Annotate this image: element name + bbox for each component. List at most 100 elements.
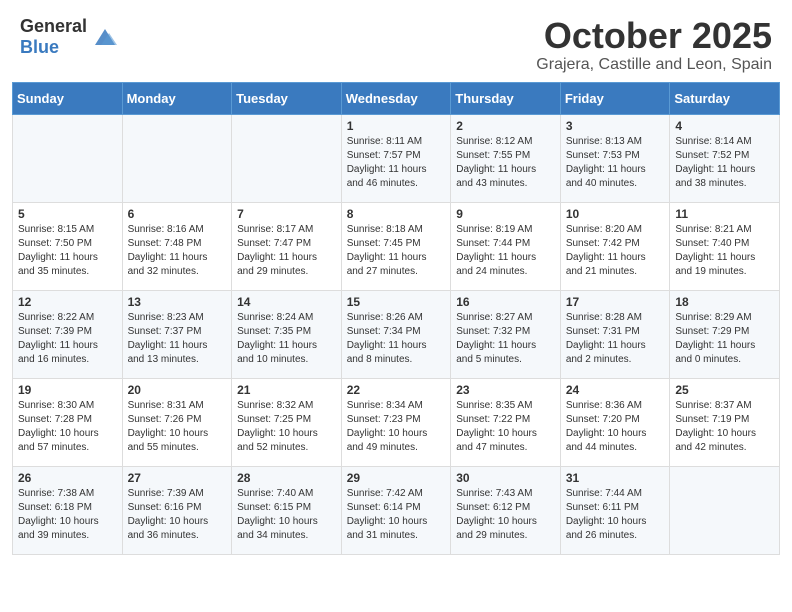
day-info-line: Daylight: 10 hours and 55 minutes. (128, 427, 227, 455)
day-info-line: Daylight: 11 hours and 2 minutes. (566, 339, 665, 367)
day-number: 5 (18, 207, 117, 221)
day-info-line: Sunrise: 8:22 AM (18, 311, 117, 325)
calendar-cell: 29Sunrise: 7:42 AMSunset: 6:14 PMDayligh… (341, 466, 451, 554)
title-block: October 2025 Grajera, Castille and Leon,… (536, 16, 772, 74)
day-info-line: Daylight: 10 hours and 31 minutes. (347, 515, 446, 543)
day-number: 14 (237, 295, 336, 309)
day-info-line: Sunset: 7:40 PM (675, 237, 774, 251)
day-info-line: Sunset: 7:39 PM (18, 325, 117, 339)
day-info-line: Sunrise: 8:30 AM (18, 399, 117, 413)
day-number: 2 (456, 119, 555, 133)
day-number: 22 (347, 383, 446, 397)
calendar-cell: 28Sunrise: 7:40 AMSunset: 6:15 PMDayligh… (232, 466, 342, 554)
calendar-cell: 27Sunrise: 7:39 AMSunset: 6:16 PMDayligh… (122, 466, 232, 554)
calendar-cell (232, 114, 342, 202)
day-info-line: Daylight: 11 hours and 40 minutes. (566, 163, 665, 191)
calendar-week-row: 19Sunrise: 8:30 AMSunset: 7:28 PMDayligh… (13, 378, 780, 466)
day-number: 4 (675, 119, 774, 133)
day-number: 13 (128, 295, 227, 309)
day-number: 29 (347, 471, 446, 485)
month-title: October 2025 (536, 16, 772, 56)
day-info-line: Daylight: 10 hours and 57 minutes. (18, 427, 117, 455)
day-of-week-header: Wednesday (341, 82, 451, 114)
day-info-line: Sunset: 7:22 PM (456, 413, 555, 427)
day-number: 16 (456, 295, 555, 309)
day-info-line: Sunrise: 7:39 AM (128, 487, 227, 501)
day-info-line: Sunrise: 8:35 AM (456, 399, 555, 413)
day-info-line: Sunrise: 8:31 AM (128, 399, 227, 413)
day-info-line: Sunset: 7:34 PM (347, 325, 446, 339)
day-info-line: Daylight: 11 hours and 0 minutes. (675, 339, 774, 367)
calendar-cell: 6Sunrise: 8:16 AMSunset: 7:48 PMDaylight… (122, 202, 232, 290)
calendar-cell: 2Sunrise: 8:12 AMSunset: 7:55 PMDaylight… (451, 114, 561, 202)
calendar-week-row: 26Sunrise: 7:38 AMSunset: 6:18 PMDayligh… (13, 466, 780, 554)
calendar-cell (670, 466, 780, 554)
day-info-line: Daylight: 11 hours and 19 minutes. (675, 251, 774, 279)
day-info-line: Sunset: 7:29 PM (675, 325, 774, 339)
day-number: 10 (566, 207, 665, 221)
day-number: 31 (566, 471, 665, 485)
calendar-week-row: 5Sunrise: 8:15 AMSunset: 7:50 PMDaylight… (13, 202, 780, 290)
day-info-line: Sunrise: 8:24 AM (237, 311, 336, 325)
day-info-line: Sunrise: 8:16 AM (128, 223, 227, 237)
day-number: 30 (456, 471, 555, 485)
calendar-cell: 21Sunrise: 8:32 AMSunset: 7:25 PMDayligh… (232, 378, 342, 466)
calendar-cell: 5Sunrise: 8:15 AMSunset: 7:50 PMDaylight… (13, 202, 123, 290)
day-of-week-header: Saturday (670, 82, 780, 114)
day-info-line: Daylight: 11 hours and 38 minutes. (675, 163, 774, 191)
day-number: 11 (675, 207, 774, 221)
day-info-line: Sunrise: 8:21 AM (675, 223, 774, 237)
day-info-line: Sunset: 7:32 PM (456, 325, 555, 339)
day-info-line: Sunset: 7:31 PM (566, 325, 665, 339)
day-info-line: Sunset: 7:44 PM (456, 237, 555, 251)
day-info-line: Sunrise: 8:20 AM (566, 223, 665, 237)
location-title: Grajera, Castille and Leon, Spain (536, 56, 772, 74)
day-info-line: Daylight: 11 hours and 32 minutes. (128, 251, 227, 279)
day-info-line: Sunset: 6:15 PM (237, 501, 336, 515)
day-info-line: Sunset: 7:42 PM (566, 237, 665, 251)
calendar-cell: 26Sunrise: 7:38 AMSunset: 6:18 PMDayligh… (13, 466, 123, 554)
calendar-body: 1Sunrise: 8:11 AMSunset: 7:57 PMDaylight… (13, 114, 780, 554)
day-of-week-header: Friday (560, 82, 670, 114)
day-info-line: Sunrise: 8:37 AM (675, 399, 774, 413)
calendar-cell: 7Sunrise: 8:17 AMSunset: 7:47 PMDaylight… (232, 202, 342, 290)
day-info-line: Daylight: 10 hours and 52 minutes. (237, 427, 336, 455)
logo-blue: Blue (20, 37, 59, 57)
calendar-cell: 25Sunrise: 8:37 AMSunset: 7:19 PMDayligh… (670, 378, 780, 466)
logo-icon (91, 23, 119, 51)
day-number: 23 (456, 383, 555, 397)
day-info-line: Sunset: 6:18 PM (18, 501, 117, 515)
calendar-cell: 15Sunrise: 8:26 AMSunset: 7:34 PMDayligh… (341, 290, 451, 378)
calendar-cell: 22Sunrise: 8:34 AMSunset: 7:23 PMDayligh… (341, 378, 451, 466)
day-number: 28 (237, 471, 336, 485)
day-info-line: Daylight: 10 hours and 39 minutes. (18, 515, 117, 543)
day-info-line: Sunset: 7:23 PM (347, 413, 446, 427)
calendar-cell: 17Sunrise: 8:28 AMSunset: 7:31 PMDayligh… (560, 290, 670, 378)
day-info-line: Sunset: 7:26 PM (128, 413, 227, 427)
day-info-line: Daylight: 11 hours and 5 minutes. (456, 339, 555, 367)
day-info-line: Sunset: 6:14 PM (347, 501, 446, 515)
day-info-line: Daylight: 10 hours and 34 minutes. (237, 515, 336, 543)
calendar-cell: 12Sunrise: 8:22 AMSunset: 7:39 PMDayligh… (13, 290, 123, 378)
day-info-line: Sunset: 7:20 PM (566, 413, 665, 427)
day-info-line: Daylight: 11 hours and 43 minutes. (456, 163, 555, 191)
calendar-cell: 4Sunrise: 8:14 AMSunset: 7:52 PMDaylight… (670, 114, 780, 202)
day-info-line: Sunrise: 8:28 AM (566, 311, 665, 325)
day-info-line: Daylight: 11 hours and 35 minutes. (18, 251, 117, 279)
calendar-cell: 1Sunrise: 8:11 AMSunset: 7:57 PMDaylight… (341, 114, 451, 202)
calendar-cell: 16Sunrise: 8:27 AMSunset: 7:32 PMDayligh… (451, 290, 561, 378)
day-info-line: Sunset: 7:25 PM (237, 413, 336, 427)
day-info-line: Sunrise: 8:34 AM (347, 399, 446, 413)
day-info-line: Sunset: 6:11 PM (566, 501, 665, 515)
calendar-cell: 9Sunrise: 8:19 AMSunset: 7:44 PMDaylight… (451, 202, 561, 290)
day-of-week-header: Sunday (13, 82, 123, 114)
calendar-wrapper: SundayMondayTuesdayWednesdayThursdayFrid… (0, 82, 792, 567)
day-of-week-header: Monday (122, 82, 232, 114)
day-info-line: Daylight: 10 hours and 29 minutes. (456, 515, 555, 543)
day-info-line: Sunset: 7:35 PM (237, 325, 336, 339)
calendar-cell: 10Sunrise: 8:20 AMSunset: 7:42 PMDayligh… (560, 202, 670, 290)
day-info-line: Daylight: 11 hours and 13 minutes. (128, 339, 227, 367)
page-header: General Blue October 2025 Grajera, Casti… (0, 0, 792, 82)
calendar-header: SundayMondayTuesdayWednesdayThursdayFrid… (13, 82, 780, 114)
calendar-week-row: 12Sunrise: 8:22 AMSunset: 7:39 PMDayligh… (13, 290, 780, 378)
